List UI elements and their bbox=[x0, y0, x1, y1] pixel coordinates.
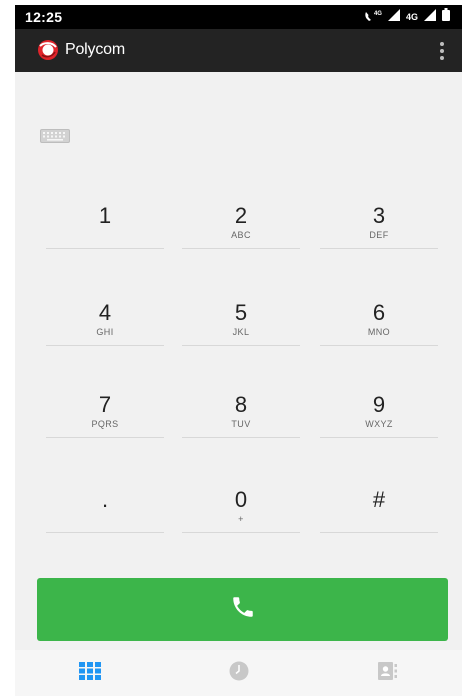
status-icons: 4G 4G bbox=[364, 8, 450, 26]
key-dot[interactable]: . bbox=[44, 477, 166, 533]
key-letters: GHI bbox=[96, 327, 114, 337]
key-digit: 0 bbox=[234, 487, 248, 512]
tab-contacts[interactable] bbox=[313, 650, 462, 696]
key-digit: 3 bbox=[372, 203, 386, 228]
app-bar: Polycom bbox=[15, 29, 462, 72]
dialpad-icon bbox=[78, 661, 101, 685]
clock-icon bbox=[229, 661, 249, 686]
key-6[interactable]: 6 MNO bbox=[318, 290, 440, 346]
signal-icon-2 bbox=[424, 8, 436, 26]
key-9[interactable]: 9 WXYZ bbox=[318, 382, 440, 438]
key-digit: . bbox=[101, 487, 109, 512]
network-type-label: 4G bbox=[405, 12, 418, 22]
key-digit: # bbox=[372, 487, 386, 512]
key-digit: 8 bbox=[234, 392, 248, 417]
key-0[interactable]: 0 + bbox=[180, 477, 302, 533]
key-hash[interactable]: # bbox=[318, 477, 440, 533]
key-5[interactable]: 5 JKL bbox=[180, 290, 302, 346]
bottom-nav bbox=[15, 650, 462, 696]
key-digit: 9 bbox=[372, 392, 386, 417]
key-letters: ABC bbox=[231, 230, 251, 240]
key-letters: JKL bbox=[232, 327, 250, 337]
signal-icon-1 bbox=[387, 8, 400, 26]
key-digit: 7 bbox=[98, 392, 112, 417]
key-digit: 4 bbox=[98, 300, 112, 325]
status-bar: 12:25 4G 4G bbox=[15, 5, 462, 29]
call-button[interactable] bbox=[37, 578, 448, 641]
key-digit: 6 bbox=[372, 300, 386, 325]
keyboard-icon[interactable] bbox=[40, 129, 70, 143]
key-letters: MNO bbox=[367, 327, 391, 337]
contacts-icon bbox=[377, 661, 398, 686]
phone-icon bbox=[230, 594, 256, 625]
app-title: Polycom bbox=[65, 41, 125, 58]
key-digit: 1 bbox=[98, 203, 112, 228]
key-2[interactable]: 2 ABC bbox=[180, 193, 302, 249]
wifi-calling-label: 4G bbox=[373, 11, 382, 17]
tab-recents[interactable] bbox=[164, 650, 313, 696]
key-letters: TUV bbox=[231, 419, 251, 429]
key-4[interactable]: 4 GHI bbox=[44, 290, 166, 346]
key-letters: DEF bbox=[369, 230, 389, 240]
phone-screen: 12:25 4G 4G Polycom 1 2 ABC 3 DEF 4 GHI … bbox=[15, 5, 462, 696]
overflow-menu-icon[interactable] bbox=[434, 39, 450, 63]
key-8[interactable]: 8 TUV bbox=[180, 382, 302, 438]
battery-icon bbox=[442, 8, 450, 26]
status-time: 12:25 bbox=[25, 9, 63, 25]
key-3[interactable]: 3 DEF bbox=[318, 193, 440, 249]
wifi-calling-icon: 4G bbox=[364, 11, 382, 23]
tab-dialpad[interactable] bbox=[15, 650, 164, 696]
key-letters: WXYZ bbox=[365, 419, 393, 429]
polycom-logo-icon bbox=[37, 39, 59, 61]
key-7[interactable]: 7 PQRS bbox=[44, 382, 166, 438]
key-letters: PQRS bbox=[91, 419, 119, 429]
key-letters: + bbox=[238, 514, 244, 524]
key-digit: 5 bbox=[234, 300, 248, 325]
key-1[interactable]: 1 bbox=[44, 193, 166, 249]
key-digit: 2 bbox=[234, 203, 248, 228]
